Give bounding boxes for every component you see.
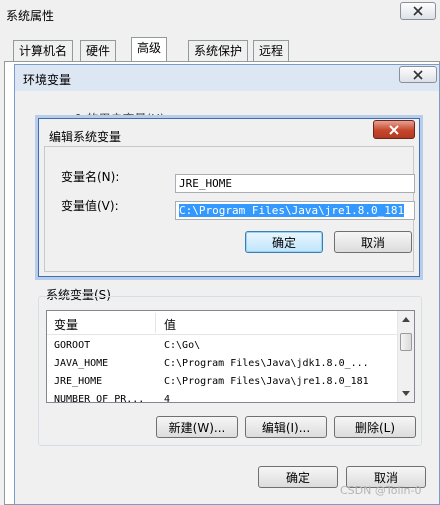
delete-variable-button[interactable]: 删除(L) [334,416,416,438]
scroll-up-arrow[interactable] [398,311,414,328]
scrollbar-thumb[interactable] [400,333,412,351]
dialog-titlebar: 环境变量 [15,65,439,91]
watermark-text: CSDN @Tolin-0 [340,484,422,497]
environment-dialog-close-button[interactable] [399,66,437,83]
scroll-down-arrow[interactable] [398,385,414,402]
close-icon [389,124,399,135]
table-row[interactable]: NUMBER_OF_PR... 4 [47,391,399,403]
dialog-title: 编辑系统变量 [49,130,122,144]
tab-system-protection[interactable]: 系统保护 [188,40,249,61]
close-icon [413,69,423,80]
ok-button[interactable]: 确定 [258,466,338,488]
variable-value: C:\Program Files\Java\jre1.8.0_181 [164,376,369,387]
table-row[interactable]: JRE_HOME C:\Program Files\Java\jre1.8.0_… [47,373,399,390]
column-separator[interactable] [155,313,156,333]
variable-name-label: 变量名(N): [61,170,120,184]
variable-value: 4 [164,394,171,403]
system-properties-close-button[interactable] [400,2,436,20]
dialog-body: 变量名(N): JRE_HOME 变量值(V): C:\Program File… [44,146,415,272]
variable-name: JRE_HOME [54,376,103,387]
table-row[interactable]: JAVA_HOME C:\Program Files\Java\jdk1.8.0… [47,355,399,372]
edit-ok-button[interactable]: 确定 [245,231,323,253]
edit-system-variable-dialog: 编辑系统变量 变量名(N): JRE_HOME 变量值(V): C:\Progr… [38,118,420,277]
edit-dialog-close-button[interactable] [373,120,415,139]
variable-value: C:\Program Files\Java\jdk1.8.0_... [164,358,369,369]
list-header: 变量 值 [47,311,399,335]
variable-value: C:\Go\ [164,340,201,351]
variable-value-selection: C:\Program Files\Java\jre1.8.0_181 [179,204,405,217]
column-header-value[interactable]: 值 [164,316,176,333]
system-variables-list[interactable]: 变量 值 GOROOT C:\Go\ JAVA_HOME C:\Program … [46,310,415,403]
edit-variable-button[interactable]: 编辑(I)... [245,416,327,438]
tab-hardware[interactable]: 硬件 [80,40,117,61]
variable-name-field[interactable]: JRE_HOME [175,174,415,193]
variable-name-value: JRE_HOME [179,177,232,190]
tab-advanced[interactable]: 高级 [131,37,168,61]
close-icon [413,6,423,16]
column-header-variable[interactable]: 变量 [54,316,78,333]
variable-value-label: 变量值(V): [61,199,119,213]
tab-computer-name[interactable]: 计算机名 [13,40,74,61]
new-variable-button[interactable]: 新建(W)... [156,416,238,438]
variable-name: GOROOT [54,340,91,351]
tab-remote[interactable]: 远程 [253,40,290,61]
variable-name: JAVA_HOME [54,358,109,369]
chevron-up-icon [402,317,410,322]
chevron-down-icon [402,391,410,396]
variable-value-field[interactable]: C:\Program Files\Java\jre1.8.0_181 [175,201,415,220]
variable-name: NUMBER_OF_PR... [54,394,145,403]
vertical-scrollbar[interactable] [397,311,414,402]
window-title: 系统属性 [6,9,55,23]
edit-cancel-button[interactable]: 取消 [334,231,412,253]
table-row[interactable]: GOROOT C:\Go\ [47,337,399,354]
dialog-title: 环境变量 [23,73,72,87]
